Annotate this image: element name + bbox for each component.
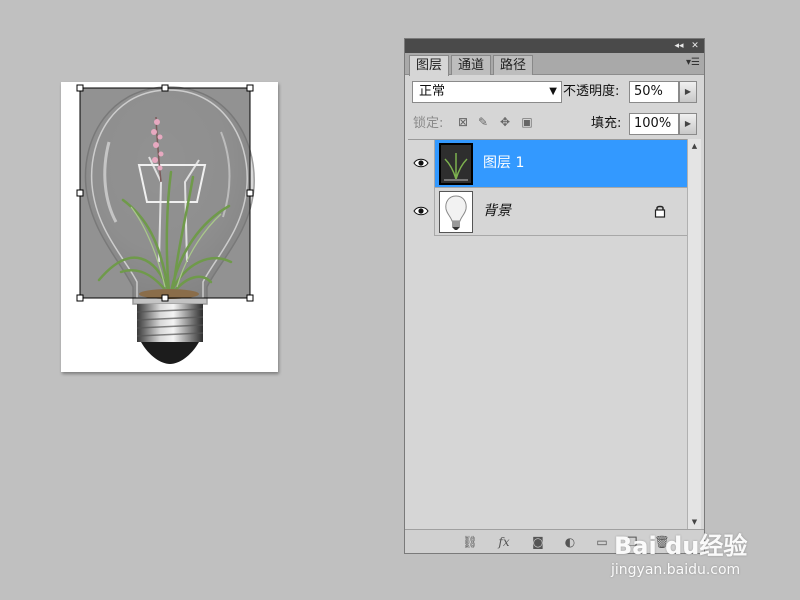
fill-slider-button[interactable]: ▶ bbox=[679, 113, 697, 135]
layer-row-background[interactable]: 背景 bbox=[408, 188, 688, 236]
lock-all-icon[interactable]: ▣ bbox=[520, 115, 534, 129]
panel-titlebar: ◂◂ ✕ bbox=[405, 39, 704, 53]
new-group-icon[interactable]: ▭ bbox=[593, 534, 611, 550]
adjustment-icon[interactable]: ◐ bbox=[561, 534, 579, 550]
opacity-input[interactable]: 50% bbox=[629, 81, 679, 103]
blend-opacity-row: 正常 ▼ 不透明度: 50% ▶ bbox=[405, 77, 704, 109]
bulb-thumbnail-icon bbox=[445, 195, 467, 230]
layer-thumbnail bbox=[439, 191, 473, 233]
visibility-toggle[interactable] bbox=[408, 188, 435, 236]
collapse-icon[interactable]: ◂◂ bbox=[672, 39, 686, 53]
lock-fill-row: 锁定: ⊠ ✎ ✥ ▣ 填充: 100% ▶ bbox=[405, 111, 704, 137]
chevron-down-icon: ▼ bbox=[549, 86, 557, 97]
eye-icon bbox=[413, 158, 429, 168]
plant-thumbnail-icon bbox=[441, 145, 471, 183]
layer-thumbnail bbox=[439, 143, 473, 185]
add-mask-icon[interactable]: ◙ bbox=[529, 534, 547, 550]
tab-channels[interactable]: 通道 bbox=[451, 55, 492, 75]
canvas-artwork bbox=[76, 84, 255, 364]
lock-label: 锁定: bbox=[413, 116, 444, 131]
blend-mode-value: 正常 bbox=[419, 84, 446, 99]
lock-icon bbox=[654, 205, 666, 218]
document-canvas[interactable] bbox=[61, 82, 278, 372]
opacity-slider-button[interactable]: ▶ bbox=[679, 81, 697, 103]
watermark-url: jingyan.baidu.com bbox=[611, 562, 741, 578]
tab-layers[interactable]: 图层 bbox=[409, 55, 450, 76]
lock-move-icon[interactable]: ✥ bbox=[498, 115, 512, 129]
layer-row-layer1[interactable]: 图层 1 bbox=[408, 140, 688, 188]
watermark-logo: Bai du经验 bbox=[614, 532, 748, 560]
blend-mode-select[interactable]: 正常 ▼ bbox=[412, 81, 562, 103]
layers-panel: ◂◂ ✕ 图层 通道 路径 ▾☰ 正常 ▼ 不透明度: 50% ▶ 锁定: ⊠ … bbox=[404, 38, 705, 554]
opacity-label: 不透明度: bbox=[563, 84, 620, 99]
scroll-up-icon[interactable]: ▲ bbox=[688, 139, 701, 153]
layer-name[interactable]: 图层 1 bbox=[483, 153, 524, 173]
visibility-toggle[interactable] bbox=[408, 140, 435, 188]
fill-label: 填充: bbox=[591, 116, 622, 131]
lock-brush-icon[interactable]: ✎ bbox=[476, 115, 490, 129]
layers-scrollbar[interactable]: ▲ ▼ bbox=[687, 139, 701, 529]
layers-list: 图层 1 背景 bbox=[408, 139, 688, 529]
layer-name[interactable]: 背景 bbox=[483, 201, 511, 221]
fx-icon[interactable]: fx bbox=[495, 534, 513, 550]
panel-menu-icon[interactable]: ▾☰ bbox=[686, 57, 700, 68]
eye-icon bbox=[413, 206, 429, 216]
lock-transparent-icon[interactable]: ⊠ bbox=[456, 115, 470, 129]
close-icon[interactable]: ✕ bbox=[688, 39, 702, 53]
fill-input[interactable]: 100% bbox=[629, 113, 679, 135]
tab-paths[interactable]: 路径 bbox=[493, 55, 534, 75]
link-layers-icon[interactable]: ⛓ bbox=[461, 534, 479, 550]
panel-tabs: 图层 通道 路径 ▾☰ bbox=[405, 53, 704, 76]
